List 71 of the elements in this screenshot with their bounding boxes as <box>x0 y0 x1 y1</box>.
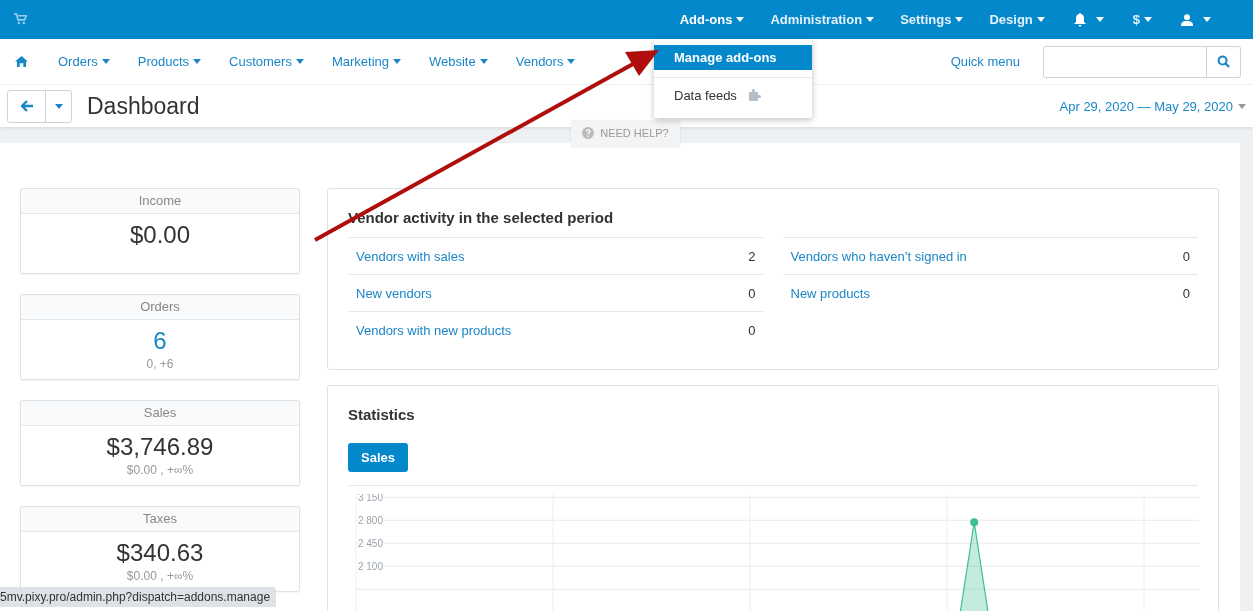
stat-comparison: $0.00 , +∞% <box>126 463 194 477</box>
quick-menu-link[interactable]: Quick menu <box>950 54 1020 69</box>
page-title: Dashboard <box>87 92 200 120</box>
cart-icon[interactable] <box>14 12 27 25</box>
dropdown-menu-item[interactable]: Manage add-ons <box>654 45 812 70</box>
y-tick-label: 3 150 <box>358 494 383 504</box>
stat-value: $0.00 <box>129 221 191 249</box>
y-tick-label: 2 450 <box>358 538 383 550</box>
activity-link[interactable]: New vendors <box>356 285 432 301</box>
caret-icon <box>1238 103 1246 109</box>
nav-menu-item[interactable]: Products <box>123 54 216 69</box>
nav-menu-item[interactable]: Marketing <box>317 54 415 69</box>
activity-count: 0 <box>748 322 756 338</box>
activity-link[interactable]: New products <box>790 285 870 301</box>
chart-tab[interactable]: Sales <box>348 443 408 472</box>
caret-icon <box>955 17 964 22</box>
stat-comparison: 0, +6 <box>146 357 174 371</box>
question-icon <box>582 127 595 139</box>
nav-menu-item[interactable]: Website <box>415 54 502 69</box>
puzzle-icon <box>746 89 761 101</box>
activity-link[interactable]: Vendors who haven’t signed in <box>790 248 967 264</box>
stat-value-link[interactable]: 6 <box>153 327 167 355</box>
caret-icon <box>1036 17 1045 22</box>
currency-menu[interactable]: $ <box>1119 0 1165 39</box>
stat-card-title: Orders <box>21 295 299 320</box>
caret-icon <box>54 103 63 109</box>
search-icon <box>1217 55 1230 68</box>
activity-count: 0 <box>748 285 756 301</box>
status-bar-url: 5mv.pixy.pro/admin.php?dispatch=addons.manage <box>0 587 277 607</box>
activity-count: 0 <box>1182 285 1190 301</box>
caret-icon <box>479 59 488 64</box>
home-icon[interactable] <box>15 56 28 67</box>
activity-count: 2 <box>748 248 756 264</box>
need-help-tab[interactable]: NEED HELP? <box>571 120 680 146</box>
top-menu-item[interactable]: Add-ons <box>666 0 758 39</box>
top-menu-item[interactable]: Design <box>976 0 1058 39</box>
stat-comparison: $0.00 , +∞% <box>126 569 194 583</box>
activity-count: 0 <box>1182 248 1190 264</box>
stat-value: $3,746.89 <box>106 433 214 461</box>
y-tick-label: 2 800 <box>358 515 383 527</box>
stat-value: $340.63 <box>116 539 204 567</box>
stat-card-title: Income <box>21 189 299 214</box>
bell-icon <box>1073 12 1086 27</box>
dropdown-menu-item[interactable]: Data feeds <box>654 80 812 110</box>
caret-icon <box>393 59 401 64</box>
top-menu-item[interactable]: Settings <box>887 0 977 39</box>
caret-icon <box>1095 17 1104 22</box>
nav-menu-item[interactable]: Orders <box>44 54 124 69</box>
caret-icon <box>1144 17 1152 22</box>
activity-link[interactable]: Vendors with sales <box>356 248 465 264</box>
caret-icon <box>295 59 304 64</box>
data-point <box>970 518 979 527</box>
user-icon <box>1181 13 1193 26</box>
search-button[interactable] <box>1207 45 1241 78</box>
stat-card-title: Sales <box>21 401 299 426</box>
top-menu-item[interactable]: Administration <box>757 0 888 39</box>
search-field[interactable] <box>1043 45 1207 78</box>
caret-icon <box>567 59 576 64</box>
caret-icon <box>736 17 745 22</box>
caret-icon <box>101 59 110 64</box>
caret-icon <box>866 17 875 22</box>
arrow-left-icon <box>20 100 33 112</box>
date-range-picker[interactable]: Apr 29, 2020 — May 29, 2020 <box>1059 98 1246 114</box>
y-tick-label: 2 100 <box>358 561 383 573</box>
caret-icon <box>1203 17 1211 22</box>
nav-menu-item[interactable]: Customers <box>215 54 318 69</box>
caret-icon <box>193 59 202 64</box>
stat-card-title: Taxes <box>21 507 299 532</box>
nav-menu-item[interactable]: Vendors <box>501 54 590 69</box>
activity-link[interactable]: Vendors with new products <box>356 322 512 338</box>
panel-title: Statistics <box>348 406 416 423</box>
